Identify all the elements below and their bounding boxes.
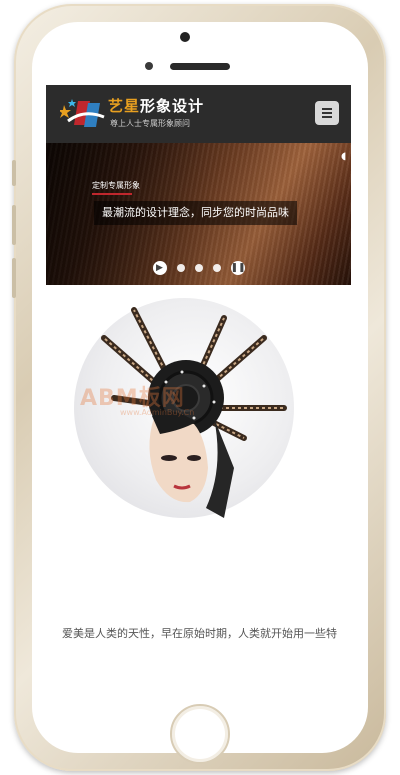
logo-title: 艺星形象设计 <box>108 95 204 116</box>
home-button[interactable] <box>170 704 230 764</box>
logo-subtitle: 尊上人士专属形象顾问 <box>110 119 190 128</box>
hamburger-menu-icon-bar <box>322 116 332 118</box>
banner-tag: 定制专属形象 <box>92 181 140 190</box>
play-icon[interactable]: ▶ <box>152 261 167 275</box>
sensor-icon <box>145 62 153 70</box>
logo-title-accent: 艺星 <box>108 97 141 115</box>
volume-up-button <box>12 205 16 245</box>
banner-accent-line <box>92 193 132 195</box>
menu-button[interactable] <box>315 101 339 125</box>
hamburger-menu-icon-bar <box>322 112 332 114</box>
next-slide-icon[interactable]: ◖ <box>341 151 351 165</box>
watermark-url: www.AdminBuy.Cn <box>120 408 195 417</box>
volume-down-button <box>12 258 16 298</box>
banner-caption: 最潮流的设计理念，同步您的时尚品味 <box>94 201 297 225</box>
earpiece-speaker <box>170 63 230 70</box>
logo-icon <box>60 99 105 127</box>
product-description: 爱美是人类的天性，早在原始时期，人类就开始用一些特 <box>62 627 337 640</box>
slide-dot[interactable] <box>194 264 203 272</box>
slide-dot[interactable] <box>212 264 221 272</box>
front-camera-icon <box>180 32 190 42</box>
slide-pagination: ▶ ❚❚ <box>46 261 351 275</box>
mute-switch <box>12 160 16 186</box>
hero-banner[interactable]: ◖ 定制专属形象 最潮流的设计理念，同步您的时尚品味 ▶ ❚❚ <box>46 143 351 285</box>
pause-icon[interactable]: ❚❚ <box>230 261 246 275</box>
site-header: 艺星形象设计 尊上人士专属形象顾问 <box>46 85 351 143</box>
logo-title-main: 形象设计 <box>140 97 205 115</box>
hamburger-menu-icon <box>322 108 332 110</box>
slide-dot[interactable] <box>176 264 185 272</box>
